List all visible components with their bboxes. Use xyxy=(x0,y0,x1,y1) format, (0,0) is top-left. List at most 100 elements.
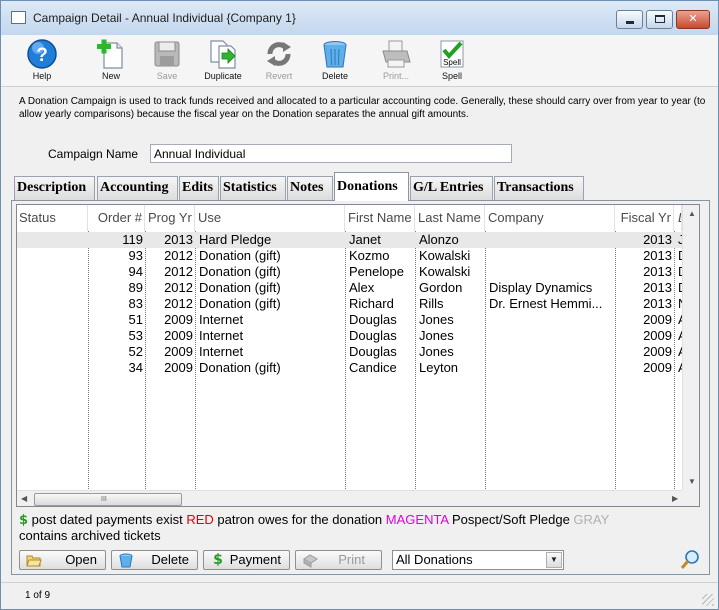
print-icon xyxy=(382,40,411,68)
column-header-use[interactable]: Use xyxy=(195,205,345,231)
print-button[interactable]: Print xyxy=(295,550,382,570)
cell-first-name: Richard xyxy=(349,296,394,311)
help-button[interactable]: ? Help xyxy=(12,37,72,85)
cell-use: Donation (gift) xyxy=(199,248,281,263)
campaign-name-label: Campaign Name xyxy=(48,147,139,161)
table-row[interactable]: 83 2012 Donation (gift) Richard Rills Dr. Ern… xyxy=(17,296,682,312)
cell-last-name: Leyton xyxy=(419,360,459,375)
revert-icon xyxy=(267,42,291,66)
cell-last-name: Jones xyxy=(419,328,454,343)
record-count: 1 of 9 xyxy=(25,590,51,601)
cell-use: Donation (gift) xyxy=(199,280,281,295)
table-row[interactable]: 89 2012 Donation (gift) Alex Gordon Display D… xyxy=(17,280,682,296)
column-header-status[interactable]: Status xyxy=(17,205,88,231)
table-row[interactable]: 1192013Hard PledgeJanetAlonzo2013J xyxy=(17,232,682,248)
cell-prog-yr: 2009 xyxy=(164,360,193,375)
campaign-description: A Donation Campaign is used to track fun… xyxy=(19,96,706,120)
tab-notes[interactable]: Notes xyxy=(287,176,333,200)
payment-button[interactable]: $ Payment xyxy=(203,550,290,570)
window-icon xyxy=(11,11,26,24)
cell-fiscal-yr: 2013 xyxy=(643,248,672,263)
cell-company: Dr. Ernest Hemmi... xyxy=(489,296,603,311)
open-button[interactable]: Open xyxy=(19,550,106,570)
column-header-prog-yr[interactable]: Prog Yr xyxy=(145,205,195,231)
tab-donations[interactable]: Donations xyxy=(334,172,409,201)
cell-order: 83 xyxy=(128,296,143,311)
scroll-down-icon[interactable]: ▼ xyxy=(688,477,696,486)
duplicate-button[interactable]: Duplicate xyxy=(193,37,253,85)
spell-button[interactable]: Spell Spell xyxy=(422,37,482,85)
search-icon[interactable] xyxy=(679,549,701,571)
chevron-down-icon[interactable]: ▼ xyxy=(546,552,562,568)
dollar-icon: $ xyxy=(19,513,29,528)
tab-edits[interactable]: Edits xyxy=(179,176,219,200)
svg-text:?: ? xyxy=(36,45,48,66)
print-icon xyxy=(303,554,318,568)
close-icon: ✕ xyxy=(688,13,698,25)
close-button[interactable]: ✕ xyxy=(676,10,710,29)
cell-last-name: Kowalski xyxy=(419,264,471,279)
column-header-order[interactable]: Order # xyxy=(88,205,145,231)
help-icon: ? xyxy=(27,39,57,69)
new-button[interactable]: New xyxy=(81,37,141,85)
column-header-last-name[interactable]: Last Name xyxy=(415,205,485,231)
cell-use: Hard Pledge xyxy=(199,232,272,247)
minimize-icon xyxy=(626,21,634,24)
cell-fiscal-yr: 2009 xyxy=(643,344,672,359)
cell-prog-yr: 2012 xyxy=(164,296,193,311)
delete-row-button[interactable]: Delete xyxy=(111,550,198,570)
cell-last-name: Kowalski xyxy=(419,248,471,263)
cell-company xyxy=(489,232,613,248)
cell-company xyxy=(489,344,613,360)
title-bar: Campaign Detail - Annual Individual {Com… xyxy=(1,1,718,35)
table-row[interactable]: 522009InternetDouglasJones2009A xyxy=(17,344,682,360)
cell-status xyxy=(17,232,88,248)
status-bar: 1 of 9 xyxy=(1,582,718,609)
scroll-left-icon[interactable]: ◀ xyxy=(21,494,27,503)
cell-fiscal-yr: 2009 xyxy=(643,360,672,375)
cell-prog-yr: 2009 xyxy=(164,344,193,359)
column-header-first-name[interactable]: First Name xyxy=(345,205,415,231)
cell-company xyxy=(489,360,613,376)
print-label: Print xyxy=(338,552,365,567)
resize-grip[interactable] xyxy=(702,594,714,606)
campaign-detail-window: Campaign Detail - Annual Individual {Com… xyxy=(0,0,719,610)
minimize-button[interactable] xyxy=(616,10,643,29)
table-row[interactable]: 532009InternetDouglasJones2009A xyxy=(17,328,682,344)
spell-label: Spell xyxy=(441,71,462,81)
print-toolbar-button[interactable]: Print... xyxy=(366,37,426,85)
cell-use: Donation (gift) xyxy=(199,360,281,375)
tab-transactions[interactable]: Transactions xyxy=(494,176,584,200)
table-row[interactable]: 94 2012 Donation (gift) Penelope Kowalski 201… xyxy=(17,264,682,280)
delete-button[interactable]: Delete xyxy=(305,37,365,85)
column-header-don[interactable]: Don xyxy=(674,205,682,231)
cell-fiscal-yr: 2009 xyxy=(643,312,672,327)
horizontal-scrollbar[interactable]: ◀ III ▶ xyxy=(17,490,682,506)
cell-fiscal-yr: 2013 xyxy=(643,264,672,279)
column-header-fiscal-yr[interactable]: Fiscal Yr xyxy=(615,205,674,231)
save-button[interactable]: Save xyxy=(137,37,197,85)
column-header-company[interactable]: Company xyxy=(485,205,615,231)
delete-row-label: Delete xyxy=(151,552,189,567)
cell-use: Donation (gift) xyxy=(199,264,281,279)
tab-statistics[interactable]: Statistics xyxy=(220,176,286,200)
tab-accounting[interactable]: Accounting xyxy=(97,176,178,200)
tab-description[interactable]: Description xyxy=(14,176,95,200)
tab-gl-entries[interactable]: G/L Entries xyxy=(410,176,493,200)
campaign-name-input[interactable] xyxy=(150,144,512,163)
svg-text:Spell: Spell xyxy=(443,58,461,67)
help-label: Help xyxy=(32,71,52,81)
cell-use: Donation (gift) xyxy=(199,296,281,311)
table-row[interactable]: 512009InternetDouglasJones2009A xyxy=(17,312,682,328)
horizontal-scroll-thumb[interactable]: III xyxy=(34,493,182,506)
maximize-button[interactable] xyxy=(646,10,673,29)
cell-order: 89 xyxy=(128,280,143,295)
table-row[interactable]: 342009Donation (gift)CandiceLeyton2009A xyxy=(17,360,682,376)
scroll-up-icon[interactable]: ▲ xyxy=(688,209,696,218)
cell-first-name: Douglas xyxy=(349,312,397,327)
revert-button[interactable]: Revert xyxy=(249,37,309,85)
table-row[interactable]: 932012Donation (gift)KozmoKowalski2013D xyxy=(17,248,682,264)
donation-filter-select[interactable]: All Donations ▼ xyxy=(392,550,564,570)
vertical-scrollbar[interactable]: ▲ ▼ xyxy=(682,205,699,490)
scroll-right-icon[interactable]: ▶ xyxy=(672,494,678,503)
